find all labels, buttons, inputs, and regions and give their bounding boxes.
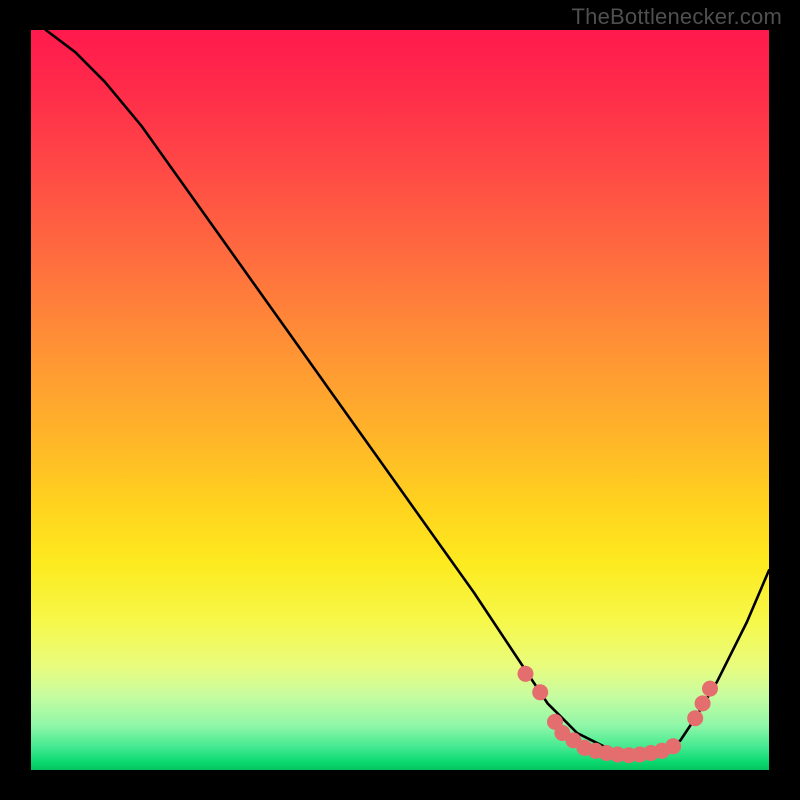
marker-dot bbox=[532, 684, 548, 700]
plot-area bbox=[31, 30, 769, 770]
markers-group bbox=[518, 666, 719, 763]
marker-dot bbox=[702, 681, 718, 697]
marker-dot bbox=[665, 738, 681, 754]
marker-dot bbox=[687, 710, 703, 726]
chart-svg bbox=[31, 30, 769, 770]
attribution-label: TheBottlenecker.com bbox=[572, 4, 782, 30]
marker-dot bbox=[518, 666, 534, 682]
chart-container: TheBottlenecker.com bbox=[0, 0, 800, 800]
marker-dot bbox=[695, 695, 711, 711]
curve-line bbox=[46, 30, 769, 755]
